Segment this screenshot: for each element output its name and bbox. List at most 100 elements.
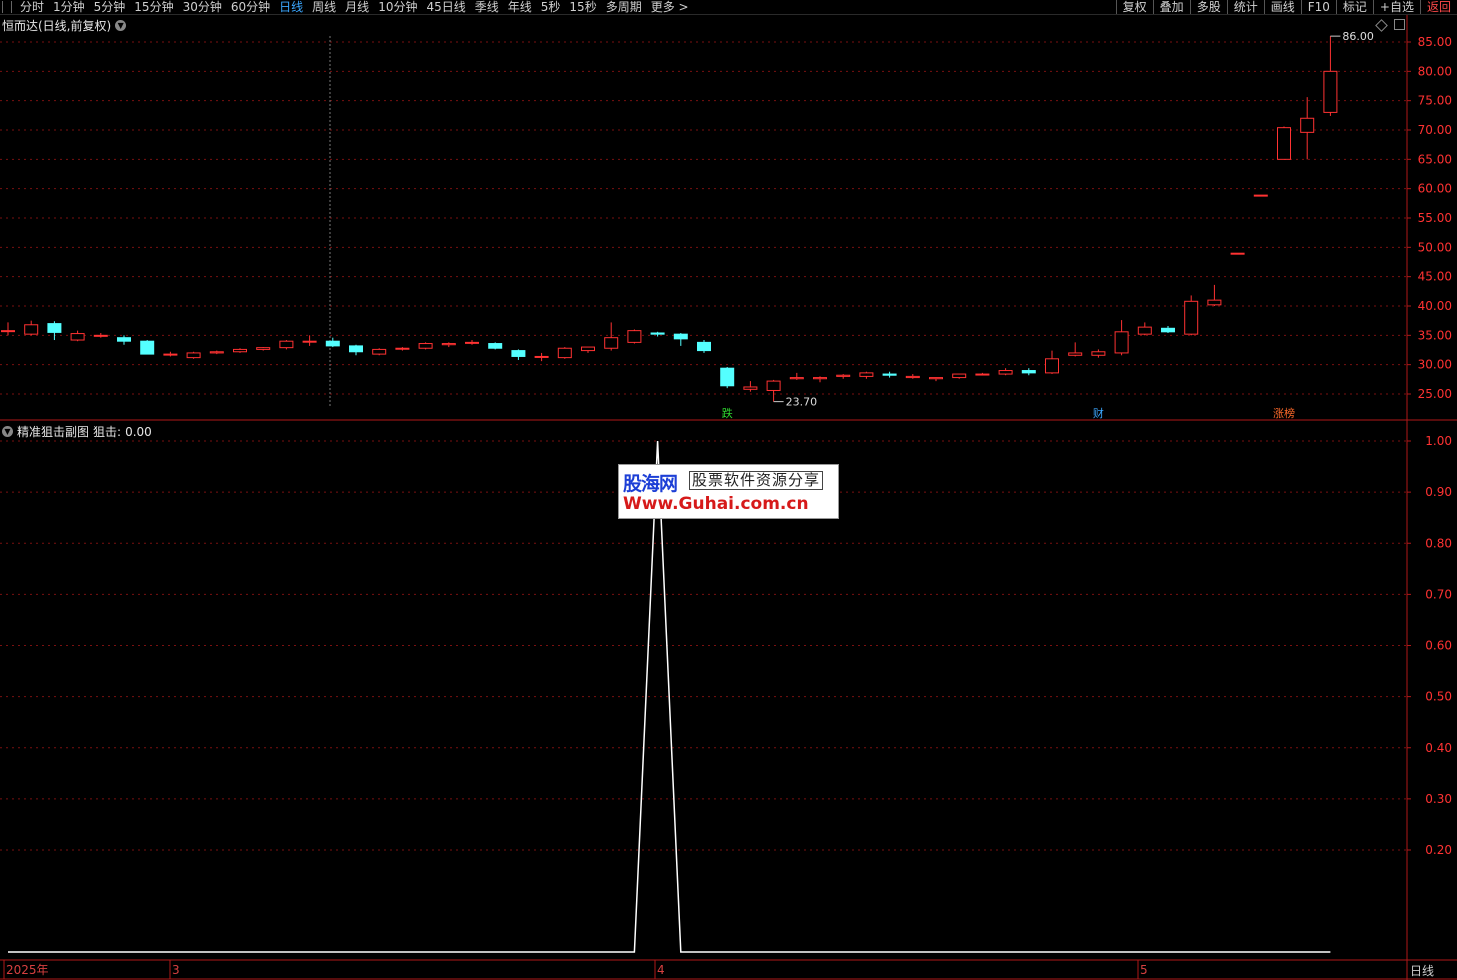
candle-body bbox=[209, 351, 224, 354]
price-tick-label: 30.00 bbox=[1418, 358, 1452, 372]
candle-body bbox=[998, 370, 1013, 375]
candle-body bbox=[557, 347, 572, 359]
candle bbox=[47, 321, 62, 341]
sub-tick-label: 0.80 bbox=[1425, 536, 1452, 550]
candle bbox=[1021, 368, 1036, 376]
low-label: 23.70 bbox=[786, 396, 818, 409]
candle bbox=[789, 372, 804, 380]
candle bbox=[929, 377, 943, 382]
candle-body bbox=[952, 373, 967, 379]
candle bbox=[720, 367, 735, 389]
candle bbox=[557, 347, 572, 359]
price-tick-label: 70.00 bbox=[1418, 123, 1452, 137]
candle-body bbox=[1045, 358, 1059, 374]
sub-tick-label: 0.50 bbox=[1425, 690, 1452, 704]
event-marker[interactable]: 涨榜 bbox=[1273, 406, 1295, 420]
candle-body bbox=[766, 380, 781, 391]
candle bbox=[1184, 295, 1199, 336]
high-label: 86.00 bbox=[1342, 30, 1374, 43]
candle-body bbox=[581, 346, 595, 352]
price-tick-label: 55.00 bbox=[1418, 211, 1452, 225]
event-marker[interactable]: 财 bbox=[1093, 406, 1104, 420]
candle bbox=[1230, 252, 1245, 255]
candle bbox=[117, 335, 131, 345]
price-tick-label: 40.00 bbox=[1418, 299, 1452, 313]
candle bbox=[1161, 325, 1175, 333]
candle bbox=[975, 372, 990, 376]
price-tick-label: 50.00 bbox=[1418, 240, 1452, 254]
candle bbox=[93, 332, 108, 338]
candle-body bbox=[673, 333, 688, 340]
candle-body bbox=[743, 386, 758, 390]
candle-body bbox=[789, 377, 804, 380]
candle-body bbox=[302, 340, 317, 343]
candle bbox=[1137, 322, 1152, 336]
sub-tick-label: 0.20 bbox=[1425, 843, 1452, 857]
candle bbox=[511, 349, 526, 360]
event-marker[interactable]: 跌 bbox=[722, 406, 733, 420]
sub-tick-label: 0.70 bbox=[1425, 587, 1452, 601]
candle-body bbox=[650, 332, 665, 335]
candle bbox=[1, 322, 15, 336]
candle bbox=[256, 347, 271, 351]
candle bbox=[140, 340, 155, 355]
time-tick-label: 3 bbox=[172, 963, 180, 977]
candle bbox=[1277, 126, 1291, 160]
candle bbox=[766, 379, 781, 402]
candle-body bbox=[186, 352, 201, 359]
candle bbox=[233, 348, 247, 353]
price-tick-label: 25.00 bbox=[1418, 387, 1452, 401]
watermark-brand: 股海网 bbox=[623, 473, 678, 495]
candle-body bbox=[441, 343, 456, 346]
period-badge: 日线 bbox=[1410, 964, 1435, 978]
candle-body bbox=[1161, 327, 1175, 333]
candle bbox=[534, 352, 549, 362]
candle bbox=[604, 322, 619, 351]
candle-body bbox=[813, 377, 827, 380]
watermark-tagline: 股票软件资源分享 bbox=[689, 471, 824, 490]
candle-body bbox=[140, 340, 155, 355]
candle bbox=[465, 340, 479, 345]
candle bbox=[302, 335, 317, 346]
candle bbox=[952, 373, 967, 379]
price-tick-label: 75.00 bbox=[1418, 94, 1452, 108]
candle-body bbox=[697, 341, 711, 352]
candle-body bbox=[117, 337, 131, 342]
candle bbox=[325, 337, 340, 348]
candle-body bbox=[929, 377, 943, 380]
candle-body bbox=[1091, 351, 1106, 356]
candle-body bbox=[1021, 370, 1036, 374]
candle-body bbox=[1137, 326, 1152, 335]
candle bbox=[1091, 349, 1106, 358]
price-tick-label: 35.00 bbox=[1418, 328, 1452, 342]
candle-body bbox=[256, 347, 271, 350]
candle-body bbox=[465, 341, 479, 344]
candle bbox=[743, 381, 758, 392]
candle bbox=[1114, 320, 1129, 356]
candle bbox=[1068, 342, 1083, 357]
candle-body bbox=[1230, 252, 1245, 255]
sub-tick-label: 0.90 bbox=[1425, 485, 1452, 499]
candle bbox=[209, 350, 224, 355]
time-tick-label: 2025年 bbox=[6, 963, 49, 977]
candle-body bbox=[1300, 117, 1315, 133]
candle-body bbox=[372, 348, 387, 355]
candle-body bbox=[1277, 127, 1291, 160]
price-tick-label: 60.00 bbox=[1418, 182, 1452, 196]
time-tick-label: 5 bbox=[1140, 963, 1148, 977]
candle-body bbox=[1184, 300, 1199, 335]
candle-body bbox=[604, 337, 619, 349]
candle bbox=[395, 347, 410, 351]
candle-body bbox=[93, 334, 108, 337]
candle bbox=[673, 332, 688, 346]
candle-body bbox=[395, 347, 410, 350]
candle bbox=[163, 351, 178, 357]
candle-body bbox=[859, 372, 874, 377]
candle-body bbox=[47, 323, 62, 333]
candle bbox=[905, 374, 920, 379]
candle bbox=[186, 351, 201, 359]
sub-tick-label: 0.30 bbox=[1425, 792, 1452, 806]
candle bbox=[581, 346, 595, 353]
price-tick-label: 45.00 bbox=[1418, 270, 1452, 284]
candle bbox=[279, 340, 294, 350]
